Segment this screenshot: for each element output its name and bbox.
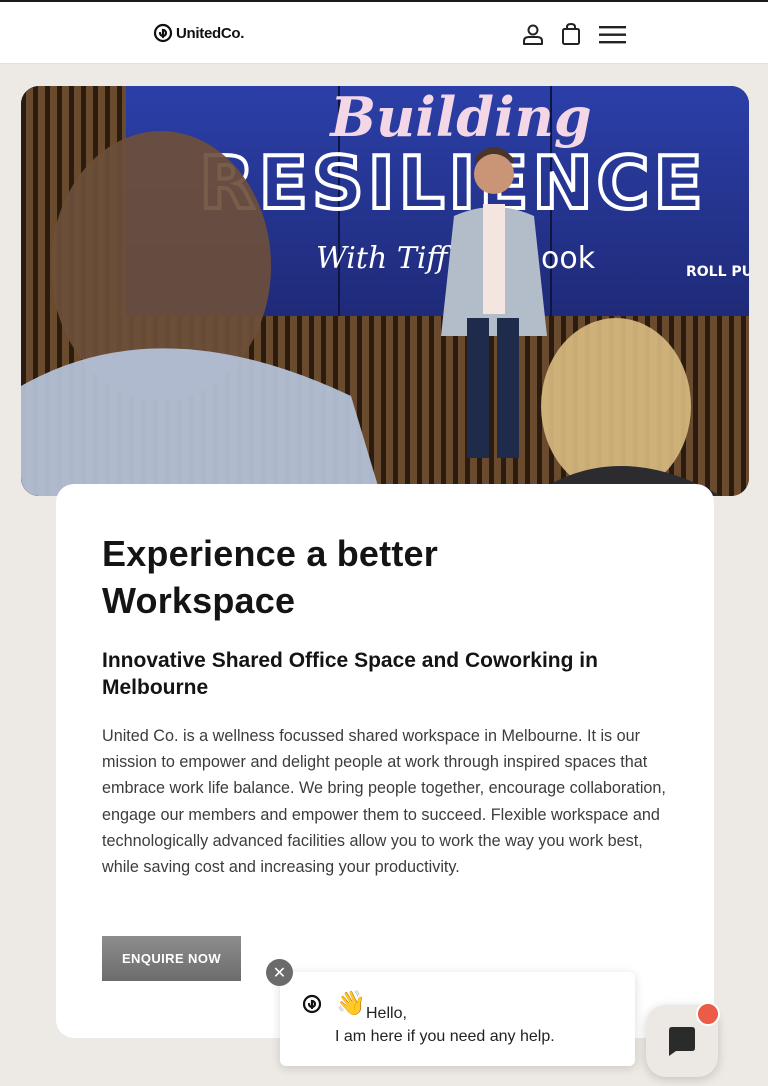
page-subheading: Innovative Shared Office Space and Cowor…: [102, 649, 598, 699]
hero-image: Building RESILIENCE With Tiff ook ROLL P…: [21, 86, 749, 496]
chat-greeting: Hello,: [366, 1005, 407, 1022]
hamburger-menu-icon[interactable]: [599, 24, 626, 51]
brand-name: UnitedCo.: [176, 24, 245, 42]
close-icon[interactable]: ✕: [266, 959, 293, 986]
site-header: UnitedCo.: [0, 0, 768, 64]
screen-title-main: RESILIENCE: [199, 141, 706, 225]
screen-title-script: Building: [328, 86, 591, 149]
intro-card: Experience a better Workspace Innovative…: [56, 484, 714, 1038]
chat-message: I am here if you need any help.: [335, 1028, 555, 1045]
notification-badge: [696, 1002, 720, 1026]
event-photo: Building RESILIENCE With Tiff ook ROLL P…: [21, 86, 749, 496]
chat-bubble-icon: [669, 1027, 695, 1056]
united-co-logo-icon: [302, 994, 322, 1019]
chat-popup[interactable]: 👋 Hello, I am here if you need any help.: [280, 972, 635, 1066]
intro-paragraph: United Co. is a wellness focussed shared…: [102, 727, 666, 877]
brand-logo[interactable]: UnitedCo.: [153, 23, 244, 43]
screen-subtitle-tail: ook: [541, 241, 596, 276]
screen-side-label: ROLL PUNCHE: [686, 264, 749, 280]
united-co-logo-icon: [153, 23, 173, 43]
shopping-bag-icon[interactable]: [561, 22, 581, 51]
waving-hand-icon: 👋: [336, 990, 366, 1017]
user-icon[interactable]: [521, 22, 545, 51]
page-heading: Experience a better Workspace: [102, 533, 438, 621]
enquire-now-button[interactable]: ENQUIRE NOW: [102, 936, 241, 981]
screen-subtitle: With Tiff: [316, 241, 452, 276]
